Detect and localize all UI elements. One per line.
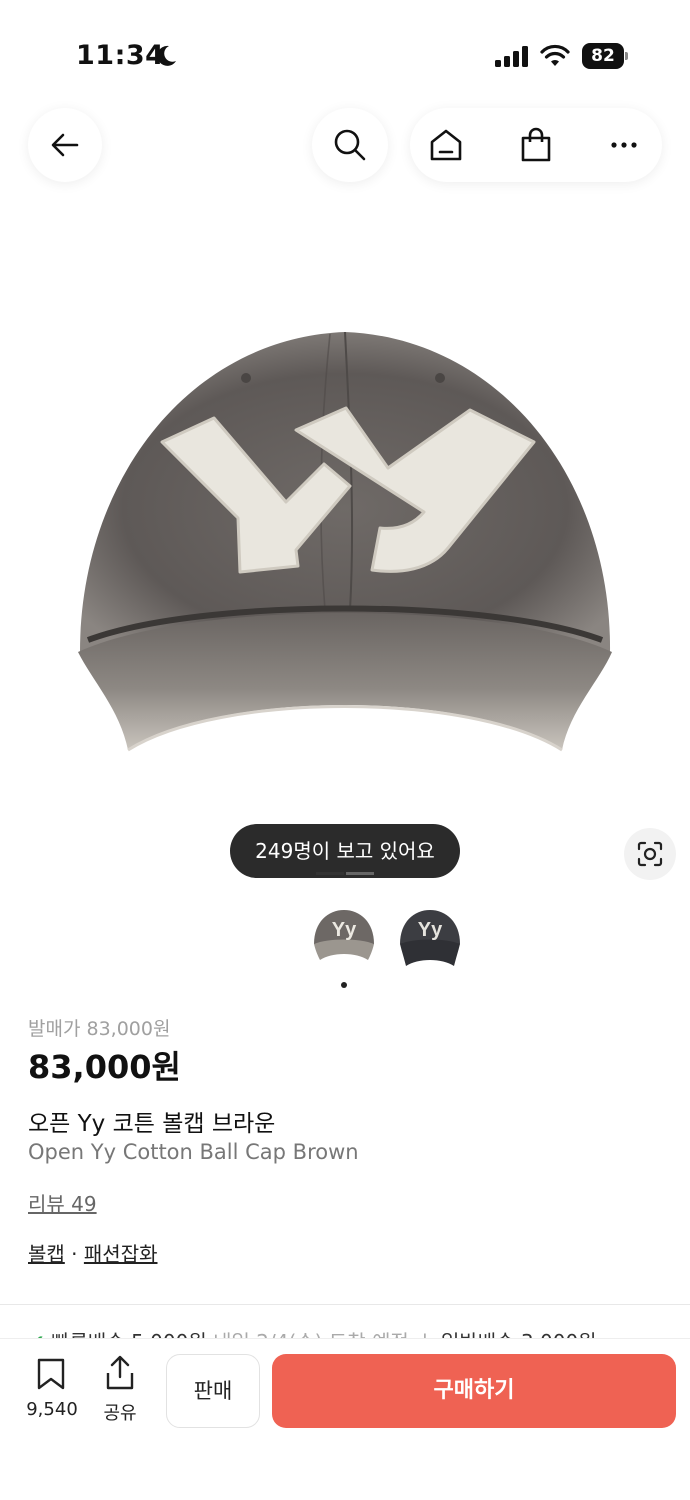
search-icon <box>334 129 366 161</box>
signal-icon <box>495 46 528 67</box>
lens-search-icon <box>637 841 663 867</box>
buy-button[interactable]: 구매하기 <box>272 1354 676 1428</box>
back-button[interactable] <box>28 108 102 182</box>
pager-segment-active <box>316 872 344 875</box>
review-link[interactable]: 리뷰 49 <box>28 1188 97 1217</box>
bottom-action-bar: 9,540 공유 판매 구매하기 <box>0 1338 690 1500</box>
selected-thumbnail-dot <box>341 982 347 988</box>
thumbnail-logo: Yy <box>332 919 357 941</box>
bookmark-count: 9,540 <box>26 1399 78 1420</box>
pager-segment <box>346 872 374 875</box>
product-name-kr: 오픈 Yy 코튼 볼캡 브라운 <box>28 1111 276 1137</box>
thumbnail-brown[interactable]: Yy <box>308 902 380 974</box>
home-icon[interactable] <box>428 127 464 163</box>
image-pager <box>316 872 374 875</box>
product-image[interactable] <box>0 280 690 780</box>
category-separator: · <box>64 1242 84 1266</box>
status-time: 11:34 <box>76 40 165 71</box>
battery-level: 82 <box>582 43 624 69</box>
sell-button[interactable]: 판매 <box>166 1354 260 1428</box>
arrow-left-icon <box>51 133 79 157</box>
search-button[interactable] <box>312 108 388 182</box>
section-divider <box>0 1304 690 1305</box>
wifi-icon <box>540 44 570 66</box>
share-icon[interactable] <box>104 1355 136 1391</box>
top-nav-actions <box>410 108 662 182</box>
status-bar: 11:34 82 <box>0 0 690 110</box>
price: 83,000원 <box>28 1048 181 1086</box>
moon-icon <box>157 45 176 66</box>
category-breadcrumb: 볼캡 · 패션잡화 <box>28 1238 158 1267</box>
shopping-bag-icon[interactable] <box>518 127 554 163</box>
category-link-ballcap[interactable]: 볼캡 <box>28 1242 65 1266</box>
thumbnail-charcoal[interactable]: Yy <box>394 902 466 974</box>
thumbnail-logo: Yy <box>418 919 443 941</box>
more-icon[interactable] <box>606 127 642 163</box>
share-label: 공유 <box>103 1403 137 1424</box>
category-link-fashion[interactable]: 패션잡화 <box>84 1242 158 1266</box>
product-name-en: Open Yy Cotton Ball Cap Brown <box>28 1140 359 1164</box>
bookmark-icon[interactable] <box>36 1357 66 1391</box>
battery-indicator: 82 <box>582 43 628 69</box>
battery-tip <box>625 52 628 60</box>
viewers-badge: 249명이 보고 있어요 <box>230 824 460 878</box>
visual-search-button[interactable] <box>624 828 676 880</box>
original-price: 발매가 83,000원 <box>28 1018 171 1040</box>
